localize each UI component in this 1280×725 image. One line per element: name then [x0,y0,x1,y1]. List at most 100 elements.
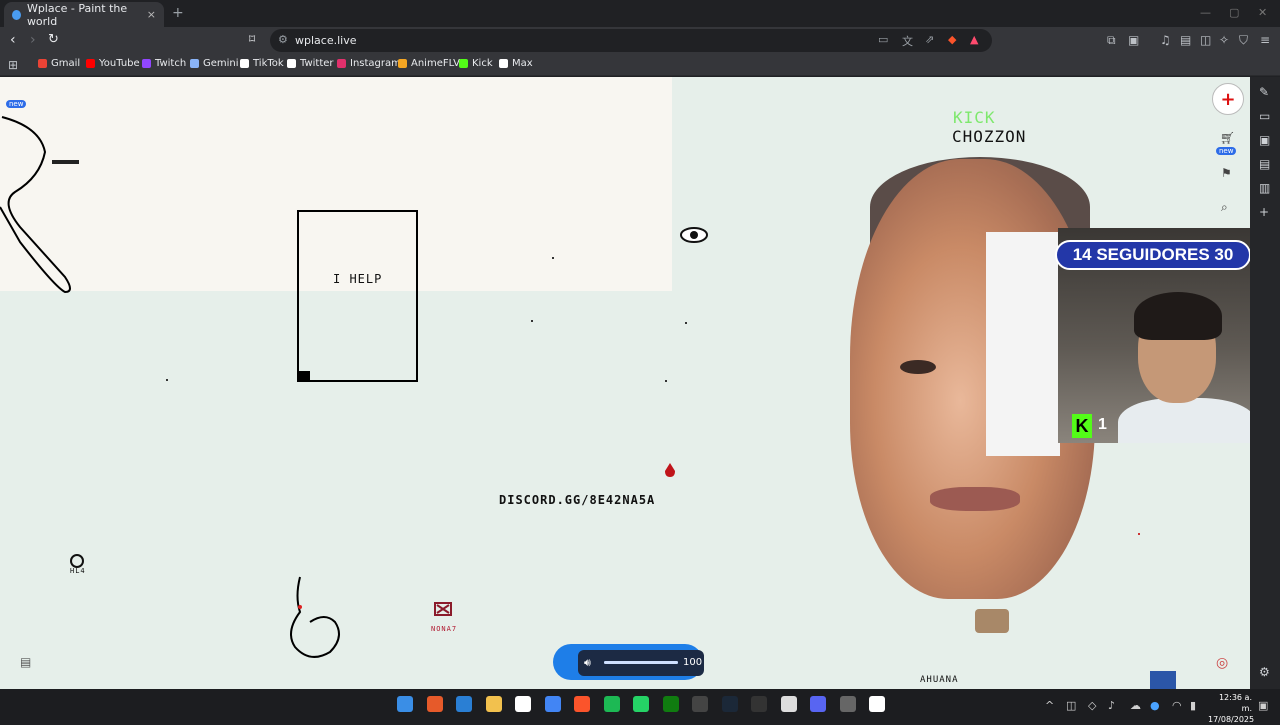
bookmarks-bar: ⊞ Gmail YouTube Twitch Gemini TikTok Twitter I… [0,54,1280,76]
cam-hair [1134,292,1222,340]
new-badge-right: new [1216,147,1237,155]
new-tab-button[interactable]: + [172,5,184,21]
bookmark-label: YouTube [99,58,140,69]
cam-shirt [1118,398,1256,443]
side-add-icon[interactable]: + [1259,205,1269,219]
taskbar-brave-icon[interactable] [574,696,590,712]
taskbar-xbox-icon[interactable] [662,696,679,712]
pin-icon[interactable]: ✎ [1259,85,1269,99]
bookmark-tiktok[interactable]: TikTok [240,58,284,69]
side-news-icon[interactable]: ▭ [1259,109,1270,123]
leo-ai-icon[interactable]: ✧ [1219,33,1229,47]
apps-grid-icon[interactable]: ⊞ [8,58,18,72]
taskbar-whatsapp-icon[interactable] [633,696,649,712]
palette-toggle-icon[interactable]: ▤ [20,655,31,669]
taskbar-clock[interactable]: 12:36 a. m. 17/08/2025 [1208,692,1254,725]
taskbar-spotify-icon[interactable] [603,696,620,712]
bottom-text: AHUANA [920,675,959,685]
taskbar-chrome-icon[interactable] [544,696,561,712]
tray-network-icon[interactable]: ◇ [1088,699,1096,712]
browser-toolbar: ‹ › ↻ ⌑ ⚙ wplace.live ▭ 文 ⇗ ◆ ▲ ⧉ ▣ ♫ ▤ … [0,27,1280,54]
bookmark-gmail[interactable]: Gmail [38,58,80,69]
address-bar[interactable]: ⚙ wplace.live ▭ 文 ⇗ ◆ ▲ [270,29,992,52]
volume-slider[interactable] [604,661,678,664]
minimize-icon[interactable]: — [1200,6,1211,19]
taskbar-settings-icon[interactable] [839,696,856,712]
tab-wplace[interactable]: Wplace - Paint the world × [4,2,164,28]
window-close-icon[interactable]: ✕ [1258,6,1267,19]
site-info-icon[interactable]: ⚙ [278,33,288,46]
volume-fill [604,661,678,664]
youtube-icon [86,59,95,68]
taskbar-steam-icon[interactable] [721,696,738,712]
taskbar-widgets-icon[interactable] [397,696,413,712]
tab-close-icon[interactable]: × [147,8,156,21]
taskbar-epic-icon[interactable] [692,696,708,712]
taskbar-copilot-icon[interactable] [426,696,443,712]
speaker-icon[interactable]: 🔊︎ [584,656,591,670]
bookmark-label: Gmail [51,58,81,69]
menu-icon[interactable]: ≡ [1260,33,1270,47]
add-color-button[interactable]: + [1212,83,1244,115]
bookmark-twitter[interactable]: Twitter [287,58,334,69]
sidebar-icon[interactable]: ▤ [1180,33,1191,47]
kick-icon [459,59,468,68]
locate-icon[interactable]: ◎ [1216,655,1228,671]
tray-cloud-icon[interactable]: ☁ [1130,699,1141,712]
shop-icon[interactable]: 🛒︎ [1220,131,1235,145]
maximize-icon[interactable]: ▢ [1229,6,1239,19]
back-icon[interactable]: ‹ [10,32,16,48]
brave-rewards-icon[interactable]: ▲ [970,33,978,46]
discord-text: DISCORD.GG/8E42NA5A [499,493,656,507]
leaderboard-icon[interactable]: ⚑ [1221,166,1232,180]
tray-chevron-icon[interactable]: ^ [1045,699,1054,712]
notification-icon[interactable]: ▣ [1258,699,1268,712]
bookmark-icon[interactable]: ⌑ [249,32,255,46]
translate-icon[interactable]: 文 [902,33,913,49]
bookmark-instagram[interactable]: Instagram [337,58,401,69]
side-book-icon[interactable]: ▥ [1259,181,1270,195]
vpn-icon[interactable]: ◫ [1200,33,1211,47]
cast-icon[interactable]: ▭ [878,33,888,46]
face-mouth [930,487,1020,511]
bookmark-twitch[interactable]: Twitch [142,58,186,69]
volume-value: 100 [683,657,703,668]
tray-wifi-icon[interactable]: ◠ [1172,699,1182,712]
tray-volume-icon[interactable]: ♪ [1108,699,1115,712]
tray-app-icon[interactable]: ◫ [1066,699,1076,712]
shield-icon[interactable]: ⛉ [1239,33,1248,48]
bookmark-youtube[interactable]: YouTube [86,58,140,69]
kick-label: KICK [953,108,996,127]
taskbar-notes-icon[interactable] [869,696,885,712]
extensions-icon[interactable]: ⧉ [1107,33,1116,48]
taskbar-obs-icon[interactable] [780,696,797,712]
music-icon[interactable]: ♫ [1160,33,1171,47]
twitter-icon [287,59,296,68]
taskbar-explorer-icon[interactable] [485,696,502,712]
blue-block [1150,671,1176,689]
animeflv-icon [398,59,407,68]
bookmark-animeflv[interactable]: AnimeFLV [398,58,460,69]
bookmark-gemini[interactable]: Gemini [190,58,239,69]
bookmark-kick[interactable]: Kick [459,58,493,69]
side-settings-icon[interactable]: ⚙ [1259,665,1270,679]
brave-shield-icon[interactable]: ◆ [948,33,956,46]
wallet-icon[interactable]: ▣ [1128,33,1139,47]
corner-block [298,371,310,381]
side-wallet-icon[interactable]: ▣ [1259,133,1270,147]
forward-icon[interactable]: › [30,32,36,48]
taskbar-calculator-icon[interactable] [515,696,531,712]
share-icon[interactable]: ⇗ [925,33,934,46]
reload-icon[interactable]: ↻ [48,32,59,47]
side-reading-icon[interactable]: ▤ [1259,157,1270,171]
bookmark-label: Max [512,58,533,69]
tiktok-icon [240,59,249,68]
bookmark-max[interactable]: Max [499,58,533,69]
tray-mic-icon[interactable]: ● [1150,699,1160,712]
taskbar-store-icon[interactable] [456,696,472,712]
red-pixel-art [434,602,452,616]
search-icon[interactable]: ⌕ [1221,200,1228,215]
taskbar-capcut-icon[interactable] [751,696,767,712]
tray-battery-icon[interactable]: ▮ [1190,699,1196,712]
taskbar-discord-icon[interactable] [810,696,826,712]
